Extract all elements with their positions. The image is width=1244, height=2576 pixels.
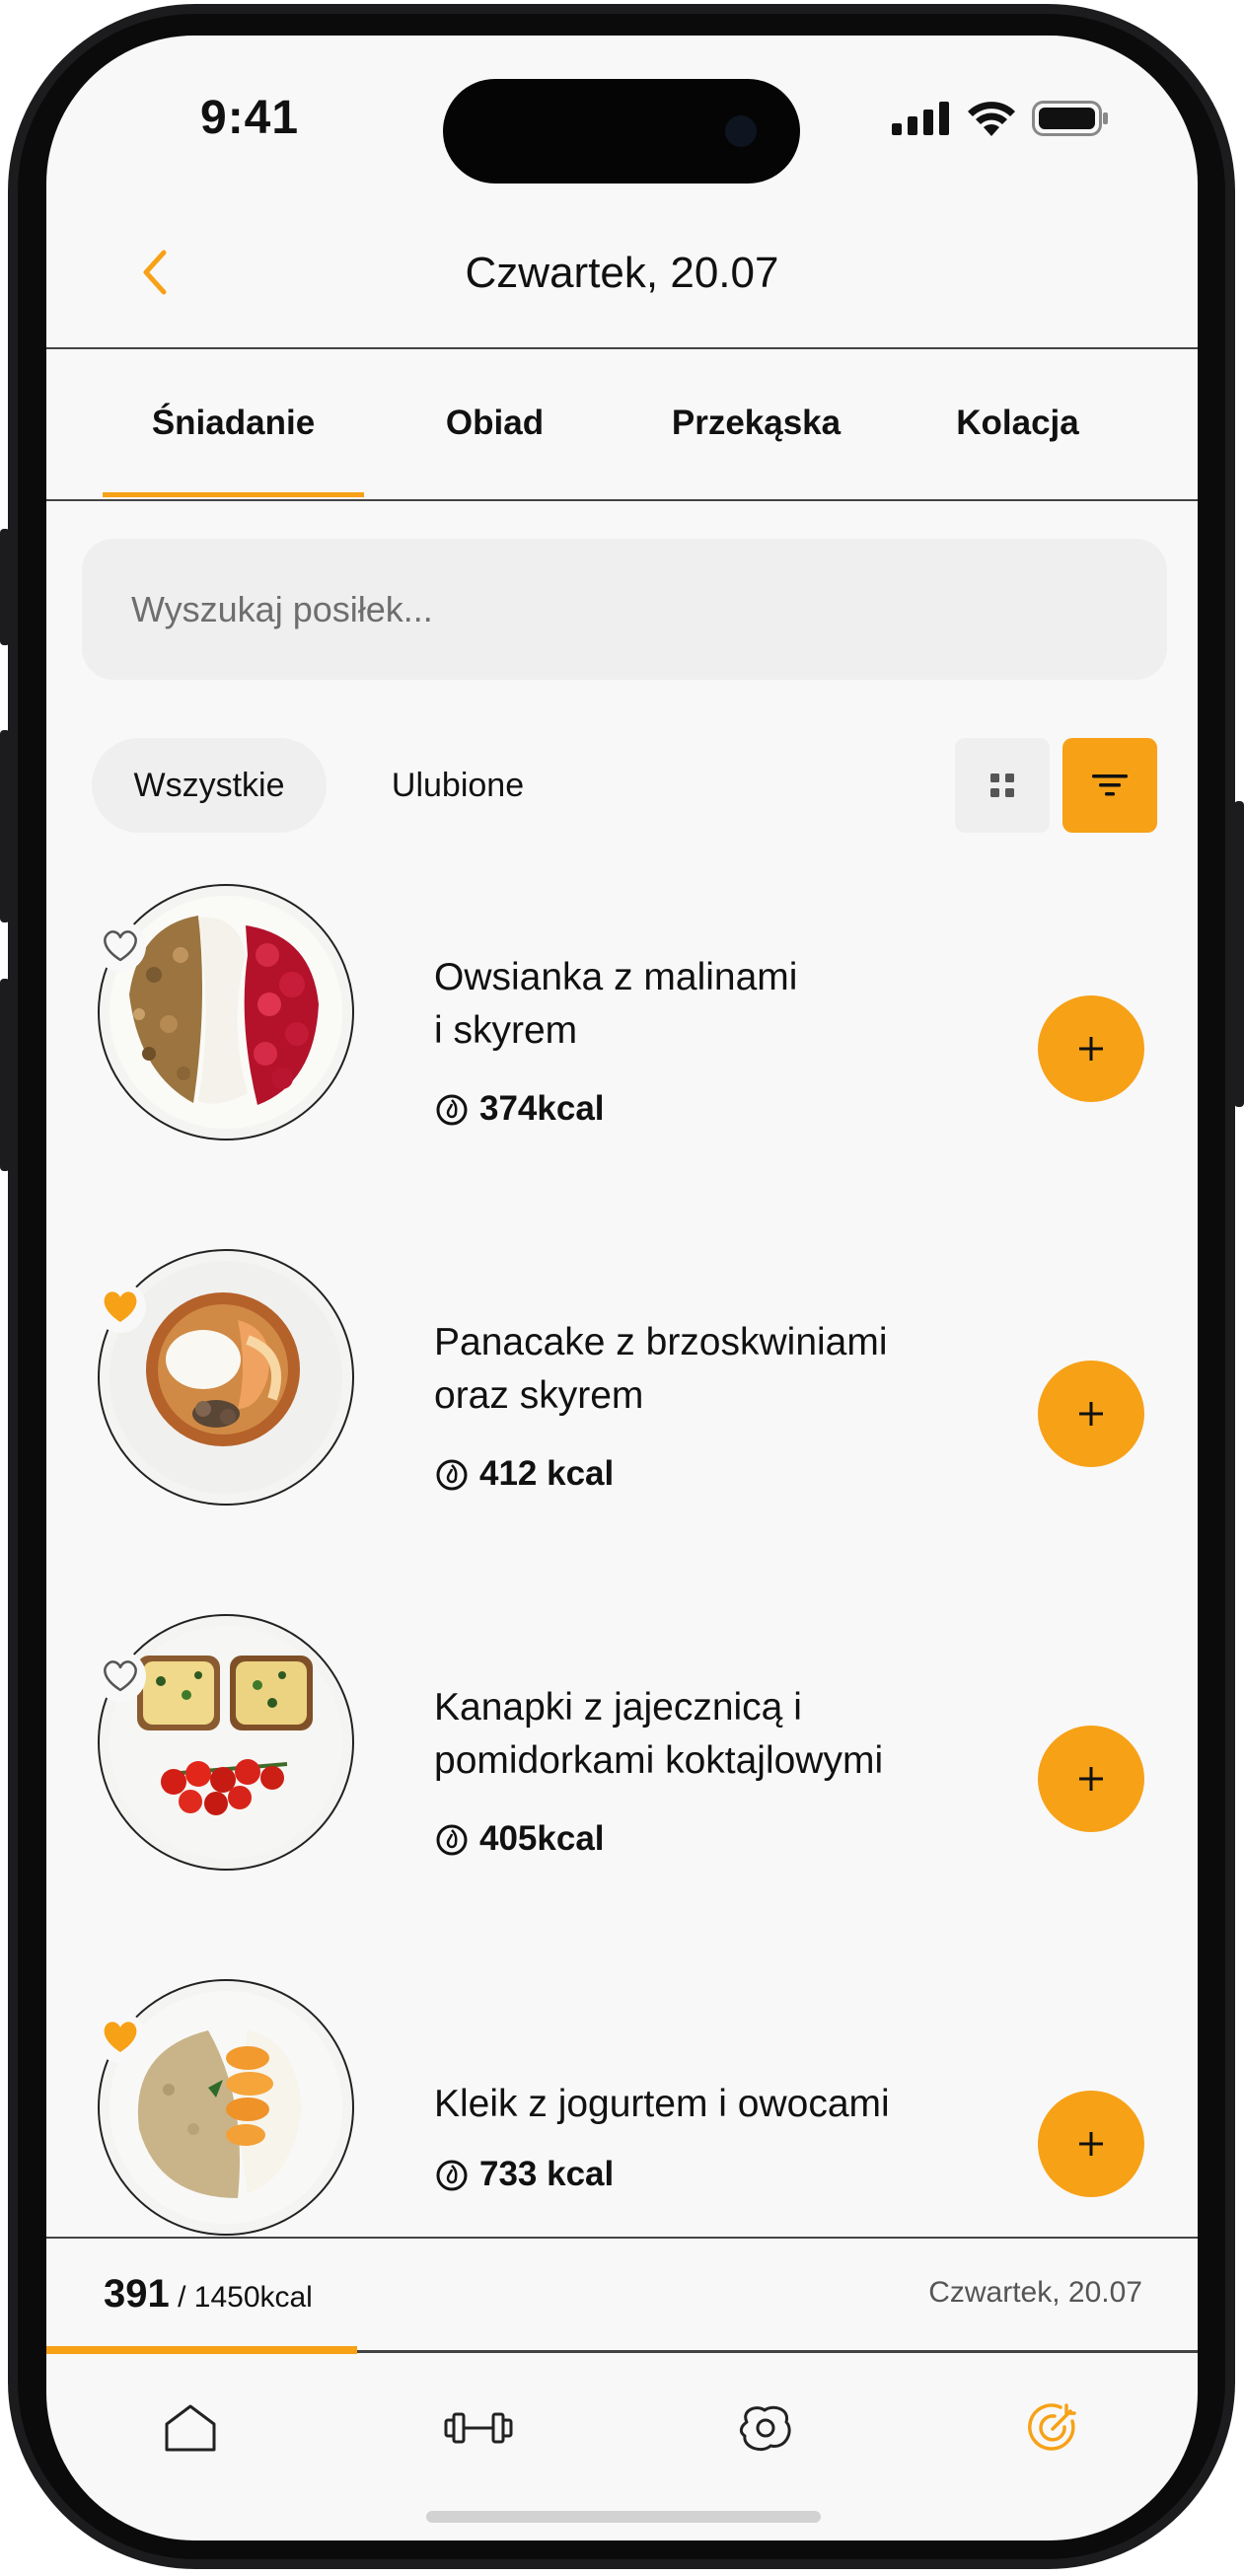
meal-item[interactable]: Kanapki z jajecznicą i pomidorkami kokta… (46, 1614, 1198, 1910)
side-button-left-2 (0, 730, 10, 922)
tab-kolacja[interactable]: Kolacja (887, 349, 1148, 497)
wifi-icon (968, 102, 1015, 136)
meal-kcal: 405kcal (434, 1819, 605, 1859)
meal-kcal: 412 kcal (434, 1454, 614, 1494)
meal-kcal: 374kcal (434, 1089, 605, 1129)
meal-name: Panacake z brzoskwiniami oraz skyrem (434, 1321, 888, 1417)
grid-icon (990, 773, 1014, 797)
meal-name: Kanapki z jajecznicą i pomidorkami kokta… (434, 1686, 884, 1782)
dumbbell-icon (444, 2412, 513, 2444)
meal-name: Owsianka z malinami i skyrem (434, 956, 798, 1052)
side-button-left-3 (0, 979, 10, 1171)
nav-workouts[interactable] (334, 2354, 622, 2502)
page-title: Czwartek, 20.07 (465, 249, 779, 297)
search-box (82, 539, 1167, 680)
status-time: 9:41 (200, 92, 300, 144)
heart-outline-icon[interactable] (94, 1650, 147, 1703)
summary-date: Czwartek, 20.07 (928, 2276, 1142, 2309)
target-icon (1028, 2403, 1076, 2451)
filter-button[interactable] (1062, 738, 1157, 833)
meal-item[interactable]: Kleik z jogurtem i owocami 733 kcal (46, 1979, 1198, 2275)
add-meal-button[interactable] (1038, 1361, 1144, 1467)
kcal-summary: 391 / 1450kcal (104, 2272, 313, 2317)
nav-goals[interactable] (910, 2354, 1198, 2502)
app-screen: 9:41 Czwartek, 20.07 Śniadanie Obiad Prz… (46, 36, 1198, 2540)
meal-kcal: 733 kcal (434, 2155, 614, 2194)
kcal-goal: / 1450kcal (178, 2281, 313, 2314)
egg-icon (740, 2405, 791, 2452)
status-icons (892, 101, 1109, 136)
home-icon (165, 2404, 216, 2452)
meal-item[interactable]: Panacake z brzoskwiniami oraz skyrem 412… (46, 1249, 1198, 1545)
chip-favorites[interactable]: Ulubione (368, 738, 548, 833)
heart-outline-icon[interactable] (94, 920, 147, 973)
heart-filled-icon[interactable] (94, 2011, 147, 2064)
heart-filled-icon[interactable] (94, 1281, 147, 1334)
plus-icon (1079, 1037, 1103, 1061)
battery-icon (1032, 101, 1108, 136)
add-meal-button[interactable] (1038, 1726, 1144, 1832)
tab-sniadanie[interactable]: Śniadanie (103, 349, 364, 497)
header: Czwartek, 20.07 (46, 213, 1198, 341)
meal-tabs: Śniadanie Obiad Przekąska Kolacja (103, 349, 1148, 497)
tabs-divider (46, 499, 1198, 501)
plus-icon (1079, 1402, 1103, 1426)
flame-icon (436, 2160, 468, 2191)
flame-icon (436, 1459, 468, 1491)
kcal-progress-fill (46, 2346, 358, 2354)
meal-name: Kleik z jogurtem i owocami (434, 2083, 890, 2125)
search-input[interactable] (129, 587, 1167, 631)
add-meal-button[interactable] (1038, 995, 1144, 1102)
add-meal-button[interactable] (1038, 2091, 1144, 2197)
side-button-right (1234, 801, 1244, 1107)
plus-icon (1079, 2132, 1103, 2156)
nav-meals[interactable] (622, 2354, 911, 2502)
flame-icon (436, 1824, 468, 1856)
nav-home[interactable] (46, 2354, 334, 2502)
signal-icon (892, 102, 949, 135)
camera-icon (725, 115, 757, 147)
chip-all[interactable]: Wszystkie (92, 738, 327, 833)
tab-przekaska[interactable]: Przekąska (625, 349, 887, 497)
flame-icon (436, 1094, 468, 1126)
home-indicator (426, 2511, 821, 2523)
kcal-consumed: 391 (104, 2272, 170, 2316)
meal-item[interactable]: Owsianka z malinami i skyrem 374kcal (46, 884, 1198, 1180)
filter-icon (1092, 774, 1128, 796)
dynamic-island (443, 79, 800, 184)
side-button-left-1 (0, 529, 10, 645)
daily-summary: 391 / 1450kcal Czwartek, 20.07 (46, 2237, 1198, 2353)
grid-view-button[interactable] (955, 738, 1050, 833)
tab-obiad[interactable]: Obiad (364, 349, 625, 497)
plus-icon (1079, 1767, 1103, 1791)
